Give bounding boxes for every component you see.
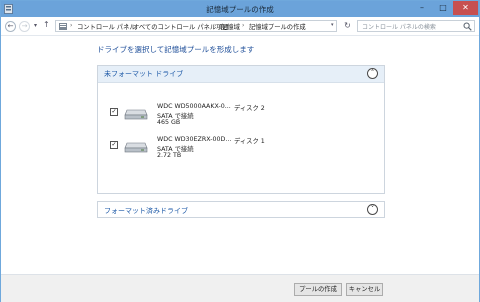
drive-name: WDC WD5000AAKX-0... (157, 103, 231, 110)
search-input[interactable]: コントロール パネルの検索 (357, 20, 475, 32)
search-icon (463, 22, 472, 31)
minimize-button[interactable]: – (412, 1, 432, 15)
search-placeholder: コントロール パネルの検索 (362, 24, 436, 31)
collapse-button[interactable]: ˄ (367, 68, 378, 79)
drive-size: 465 GB (157, 119, 181, 126)
formatted-drives-label: フォーマット済みドライブ (104, 207, 188, 215)
close-button[interactable]: ✕ (453, 1, 478, 15)
back-arrow-icon: ← (7, 22, 14, 30)
breadcrumb-separator: › (242, 22, 245, 29)
refresh-icon: ↻ (344, 21, 351, 30)
chevron-down-icon: ˅ (370, 205, 375, 213)
formatted-drives-panel[interactable]: フォーマット済みドライブ ˅ (97, 201, 385, 218)
window-title: 記憶域プールの作成 (206, 5, 274, 14)
hard-drive-icon (124, 109, 148, 120)
window: 記憶域プールの作成 – □ ✕ ← → ▾ ↑ › コントロール パネル › す… (0, 0, 480, 302)
chevron-up-icon: ˄ (370, 69, 375, 77)
hard-drive-icon (124, 142, 148, 153)
footer: プールの作成 キャンセル (1, 274, 479, 302)
main-content: ドライブを選択して記憶域プールを形成します 未フォーマット ドライブ ˄ ✓ W… (1, 36, 479, 274)
up-button[interactable]: ↑ (43, 20, 50, 29)
drive-checkbox[interactable]: ✓ (110, 141, 118, 149)
forward-button[interactable]: → (19, 21, 30, 32)
drive-item: ✓ WDC WD30EZRX-00D... ディスク 1 SATA で接続 2.… (110, 136, 380, 162)
page-title: ドライブを選択して記憶域プールを形成します (97, 45, 255, 54)
unformatted-drives-panel: 未フォーマット ドライブ ˄ ✓ WDC WD5000AAKX-0... ディス… (97, 65, 385, 194)
control-panel-icon (59, 23, 67, 30)
drive-size: 2.72 TB (157, 152, 182, 159)
address-bar: ← → ▾ ↑ › コントロール パネル › すべてのコントロール パネル項目 … (1, 17, 479, 36)
breadcrumb-separator: › (126, 22, 129, 29)
title-bar: 記憶域プールの作成 – □ ✕ (1, 1, 479, 17)
breadcrumb-separator: › (214, 22, 217, 29)
drive-name: WDC WD30EZRX-00D... (157, 136, 232, 143)
refresh-button[interactable]: ↻ (342, 20, 353, 32)
drive-item: ✓ WDC WD5000AAKX-0... ディスク 2 SATA で接続 46… (110, 103, 380, 129)
cancel-button[interactable]: キャンセル (346, 283, 383, 296)
back-button[interactable]: ← (5, 21, 16, 32)
unformatted-drives-header[interactable]: 未フォーマット ドライブ ˄ (98, 66, 384, 83)
breadcrumb[interactable]: › コントロール パネル › すべてのコントロール パネル項目 › 記憶域 › … (55, 20, 337, 32)
create-pool-button[interactable]: プールの作成 (294, 283, 342, 296)
breadcrumb-create-pool[interactable]: 記憶域プールの作成 (249, 22, 306, 31)
expand-button[interactable]: ˅ (367, 204, 378, 215)
drive-disk-number: ディスク 1 (234, 138, 265, 145)
breadcrumb-separator: › (70, 22, 73, 29)
breadcrumb-storage-spaces[interactable]: 記憶域 (221, 22, 240, 31)
forward-arrow-icon: → (21, 22, 28, 30)
address-history-dropdown[interactable]: ▾ (331, 22, 334, 28)
drive-disk-number: ディスク 2 (234, 105, 265, 112)
recent-locations-dropdown[interactable]: ▾ (34, 22, 37, 29)
unformatted-drives-label: 未フォーマット ドライブ (104, 70, 184, 78)
up-arrow-icon: ↑ (43, 20, 50, 29)
maximize-button[interactable]: □ (433, 1, 453, 15)
drive-checkbox[interactable]: ✓ (110, 108, 118, 116)
